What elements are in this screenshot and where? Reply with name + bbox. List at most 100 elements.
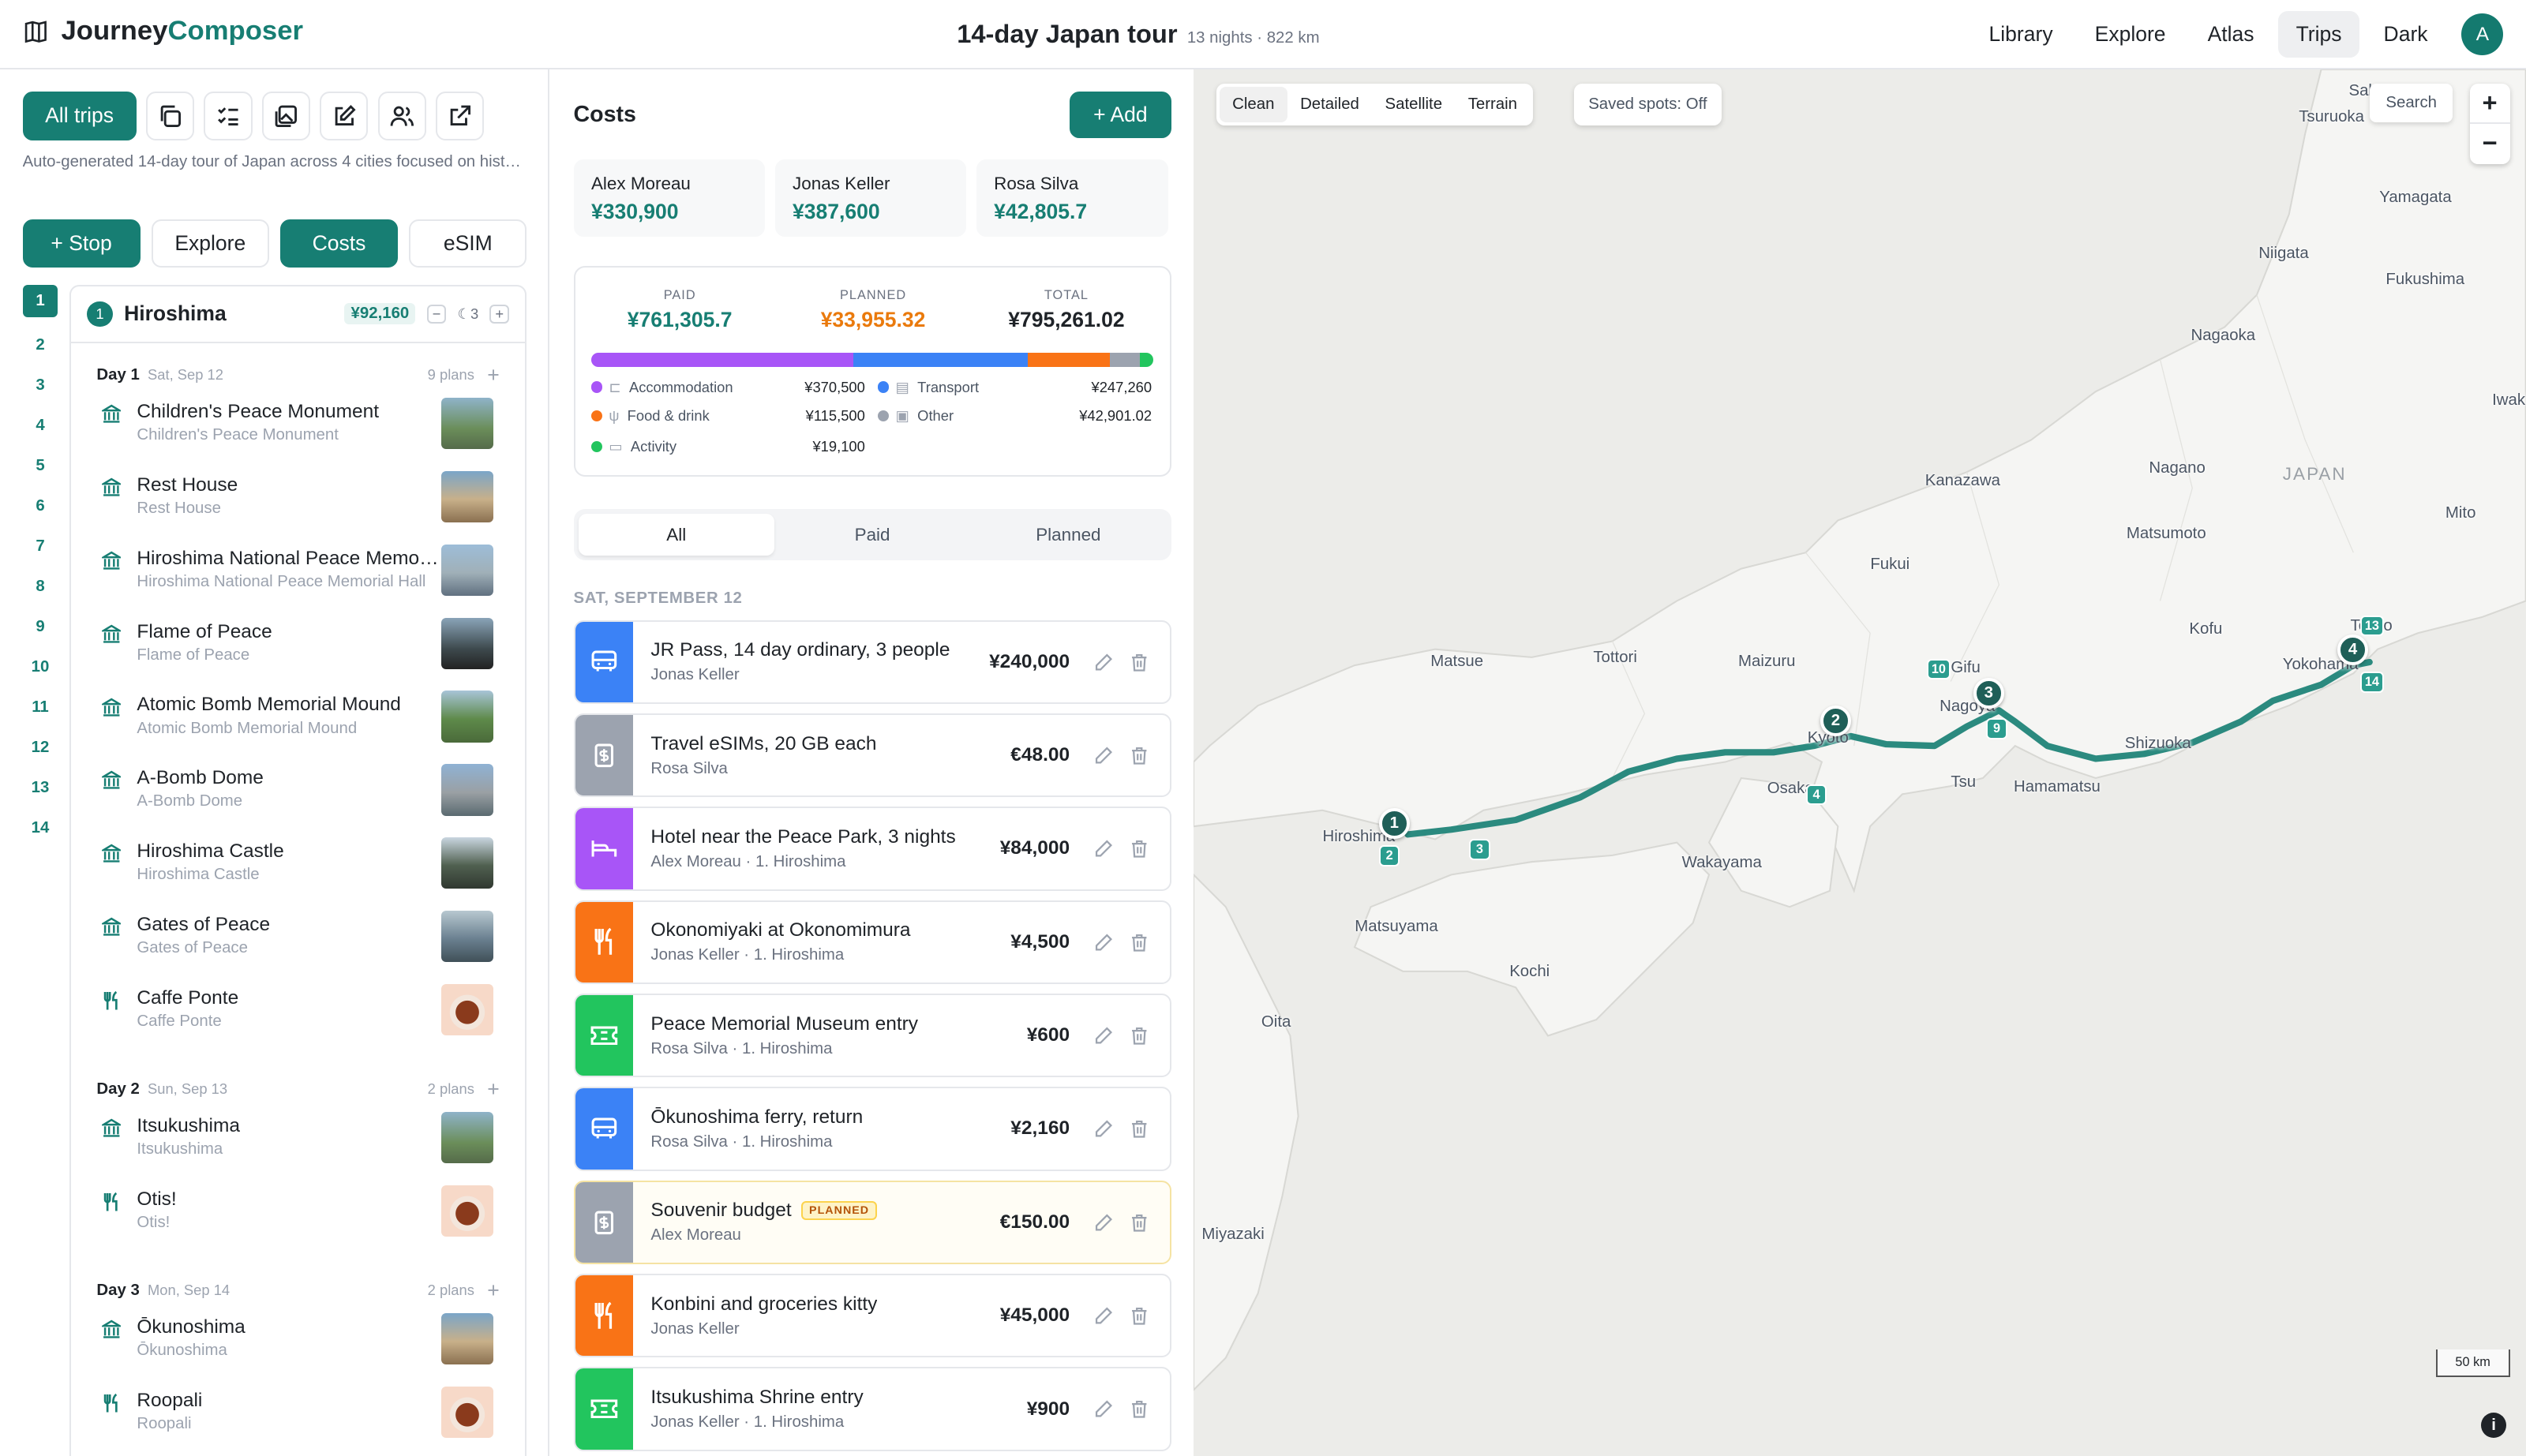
edit-button[interactable]: [320, 92, 369, 140]
edit-expense-button[interactable]: [1086, 1298, 1122, 1334]
place-marker-10[interactable]: 10: [1926, 658, 1951, 680]
duplicate-button[interactable]: [145, 92, 195, 140]
edit-expense-button[interactable]: [1086, 831, 1122, 866]
delete-expense-button[interactable]: [1121, 1204, 1156, 1240]
stop-pin-1[interactable]: 1: [1378, 808, 1410, 840]
add-stop-button[interactable]: + Stop: [22, 219, 141, 268]
nights-decrease-button[interactable]: −: [426, 304, 447, 324]
zoom-in-button[interactable]: +: [2469, 84, 2510, 125]
delete-expense-button[interactable]: [1121, 1298, 1156, 1334]
delete-expense-button[interactable]: [1121, 1391, 1156, 1427]
place-item[interactable]: Roopali Roopali: [71, 1386, 526, 1456]
nav-atlas[interactable]: Atlas: [2190, 11, 2272, 58]
place-marker-9[interactable]: 9: [1986, 718, 2007, 739]
edit-expense-button[interactable]: [1086, 1391, 1122, 1427]
add-plan-icon[interactable]: +: [487, 1077, 500, 1102]
day-number-2[interactable]: 2: [23, 325, 58, 365]
edit-expense-button[interactable]: [1086, 738, 1122, 773]
trip-map[interactable]: SakataTsuruokaYamagataNiigataFukushimaNa…: [1194, 69, 2526, 1456]
expense-row[interactable]: Souvenir budget PLANNED Alex Moreau €150.00: [573, 1180, 1171, 1264]
day-number-11[interactable]: 11: [23, 687, 58, 728]
filter-planned[interactable]: Planned: [970, 514, 1166, 556]
delete-expense-button[interactable]: [1121, 1018, 1156, 1054]
nights-increase-button[interactable]: +: [489, 304, 509, 324]
map-style-terrain[interactable]: Terrain: [1455, 87, 1530, 122]
costs-button[interactable]: Costs: [280, 219, 399, 268]
day-number-10[interactable]: 10: [23, 647, 58, 687]
place-item[interactable]: Atomic Bomb Memorial Mound Atomic Bomb Me…: [71, 691, 526, 764]
person-balance-card[interactable]: Jonas Keller ¥387,600: [774, 159, 967, 237]
expense-row[interactable]: Ōkunoshima ferry, return Rosa Silva · 1. …: [573, 1087, 1171, 1171]
edit-expense-button[interactable]: [1086, 1111, 1122, 1147]
expense-row[interactable]: Okonomiyaki at Okonomimura Jonas Keller ·…: [573, 900, 1171, 984]
add-plan-icon[interactable]: +: [487, 363, 500, 387]
checklist-button[interactable]: [204, 92, 253, 140]
place-item[interactable]: Otis! Otis!: [71, 1185, 526, 1259]
app-logo[interactable]: JourneyComposer: [23, 16, 303, 47]
esim-button[interactable]: eSIM: [409, 219, 527, 268]
expense-row[interactable]: Peace Memorial Museum entry Rosa Silva · …: [573, 994, 1171, 1078]
day-number-5[interactable]: 5: [23, 446, 58, 486]
place-item[interactable]: Hiroshima Castle Hiroshima Castle: [71, 837, 526, 911]
place-item[interactable]: Itsukushima Itsukushima: [71, 1111, 526, 1185]
city-header[interactable]: 1 Hiroshima ¥92,160 − ☾3 +: [70, 286, 526, 343]
edit-expense-button[interactable]: [1086, 924, 1122, 960]
nav-trips[interactable]: Trips: [2278, 11, 2359, 58]
map-style-detailed[interactable]: Detailed: [1287, 87, 1372, 122]
expense-row[interactable]: Itsukushima Shrine entry Jonas Keller · 1…: [573, 1367, 1171, 1451]
place-marker-13[interactable]: 13: [2359, 615, 2385, 637]
zoom-out-button[interactable]: −: [2470, 124, 2510, 164]
place-item[interactable]: A-Bomb Dome A-Bomb Dome: [71, 764, 526, 837]
map-style-clean[interactable]: Clean: [1219, 87, 1287, 123]
travelers-button[interactable]: [377, 92, 426, 140]
delete-expense-button[interactable]: [1121, 644, 1156, 679]
all-trips-button[interactable]: All trips: [22, 92, 137, 140]
day-number-4[interactable]: 4: [23, 406, 58, 446]
place-item[interactable]: Rest House Rest House: [71, 470, 526, 545]
day-number-12[interactable]: 12: [23, 728, 58, 768]
nav-explore[interactable]: Explore: [2077, 11, 2183, 58]
delete-expense-button[interactable]: [1121, 924, 1156, 960]
place-marker-2[interactable]: 2: [1378, 845, 1400, 866]
person-balance-card[interactable]: Alex Moreau ¥330,900: [573, 159, 766, 237]
place-item[interactable]: Hiroshima National Peace Memorial Hall Hi…: [71, 544, 526, 618]
add-plan-icon[interactable]: +: [487, 1278, 500, 1303]
saved-spots-toggle[interactable]: Saved spots: Off: [1573, 84, 1722, 126]
stop-pin-2[interactable]: 2: [1820, 705, 1851, 736]
person-balance-card[interactable]: Rosa Silva ¥42,805.7: [976, 159, 1168, 237]
edit-expense-button[interactable]: [1086, 1018, 1122, 1054]
day-number-6[interactable]: 6: [23, 486, 58, 526]
stop-pin-4[interactable]: 4: [2337, 634, 2368, 665]
place-item[interactable]: Children's Peace Monument Children's Peac…: [71, 398, 526, 471]
expense-row[interactable]: JR Pass, 14 day ordinary, 3 people Jonas …: [573, 619, 1171, 704]
delete-expense-button[interactable]: [1121, 831, 1156, 866]
dark-mode-toggle[interactable]: Dark: [2366, 11, 2445, 58]
filter-paid[interactable]: Paid: [774, 514, 970, 556]
explore-button[interactable]: Explore: [151, 219, 269, 268]
expense-row[interactable]: Konbini and groceries kitty Jonas Keller ¥…: [573, 1274, 1171, 1358]
day-number-9[interactable]: 9: [23, 607, 58, 647]
place-marker-4[interactable]: 4: [1805, 784, 1827, 806]
place-item[interactable]: Ōkunoshima Ōkunoshima: [71, 1313, 526, 1387]
day-number-14[interactable]: 14: [23, 808, 58, 848]
delete-expense-button[interactable]: [1121, 738, 1156, 773]
place-item[interactable]: Flame of Peace Flame of Peace: [71, 617, 526, 691]
edit-expense-button[interactable]: [1086, 1204, 1122, 1240]
place-marker-14[interactable]: 14: [2359, 672, 2385, 693]
expense-row[interactable]: Travel eSIMs, 20 GB each Rosa Silva €48.00: [573, 713, 1171, 798]
edit-expense-button[interactable]: [1086, 644, 1122, 679]
add-expense-button[interactable]: + Add: [1070, 92, 1171, 139]
avatar[interactable]: A: [2461, 13, 2504, 56]
share-button[interactable]: [436, 92, 485, 140]
photos-button[interactable]: [261, 92, 310, 140]
place-item[interactable]: Gates of Peace Gates of Peace: [71, 910, 526, 984]
day-number-3[interactable]: 3: [23, 365, 58, 406]
place-item[interactable]: Caffe Ponte Caffe Ponte: [71, 983, 526, 1057]
day-number-7[interactable]: 7: [23, 526, 58, 567]
filter-all[interactable]: All: [578, 513, 774, 556]
expense-row[interactable]: Hotel near the Peace Park, 3 nights Alex …: [573, 807, 1171, 891]
place-marker-3[interactable]: 3: [1469, 839, 1490, 860]
delete-expense-button[interactable]: [1121, 1111, 1156, 1147]
day-number-13[interactable]: 13: [23, 768, 58, 808]
map-style-satellite[interactable]: Satellite: [1372, 87, 1455, 122]
